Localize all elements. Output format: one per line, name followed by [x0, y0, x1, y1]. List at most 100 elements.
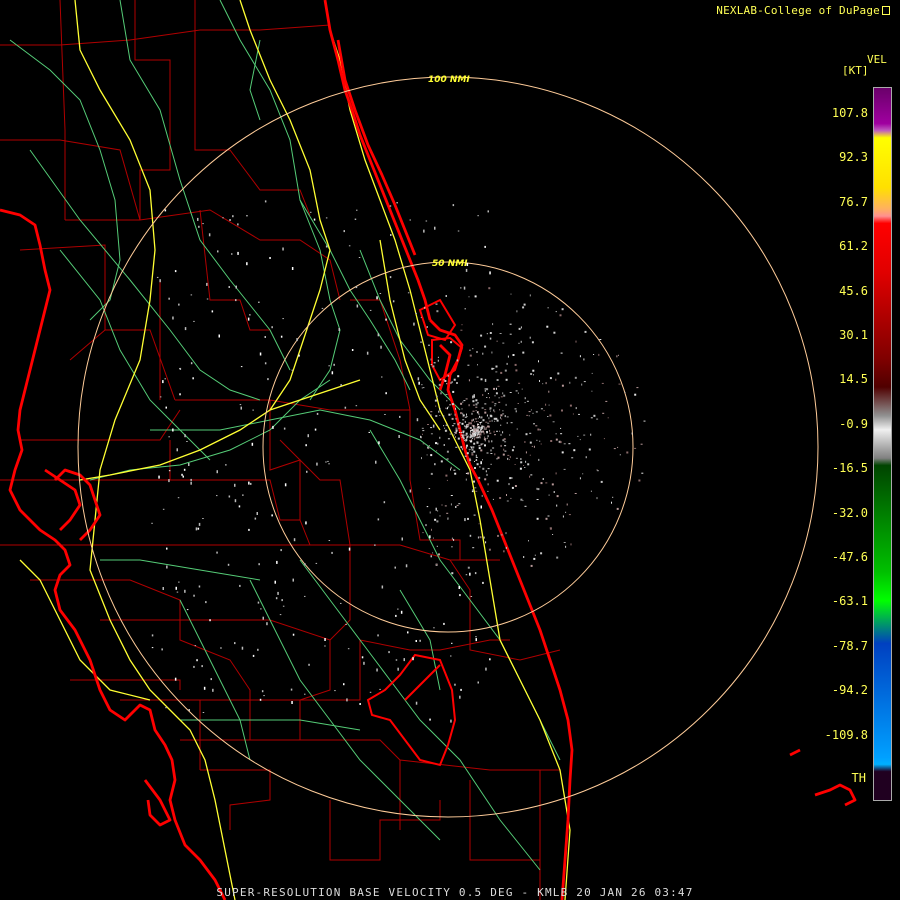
echo-pixel: [416, 418, 419, 422]
echo-pixel: [563, 468, 566, 470]
echo-pixel: [568, 443, 571, 445]
echo-pixel: [467, 424, 469, 426]
echo-pixel: [531, 445, 533, 447]
echo-pixel: [617, 446, 619, 448]
echo-pixel: [429, 718, 431, 721]
echo-pixel: [441, 504, 443, 506]
echo-pixel: [477, 421, 479, 422]
echo-pixel: [515, 457, 518, 459]
echo-pixel: [475, 403, 478, 406]
echo-pixel: [181, 473, 183, 476]
echo-pixel: [489, 337, 492, 340]
echo-pixel: [284, 483, 287, 487]
echo-pixel: [533, 445, 535, 448]
legend-label: -32.0: [831, 505, 868, 520]
echo-pixel: [325, 245, 328, 248]
echo-pixel: [462, 419, 465, 421]
echo-pixel: [507, 355, 509, 358]
echo-pixel: [445, 474, 448, 477]
echo-pixel: [503, 448, 505, 451]
echo-pixel: [433, 627, 435, 629]
echo-pixel: [503, 394, 506, 397]
echo-pixel: [514, 408, 517, 410]
echo-pixel: [427, 424, 429, 425]
echo-pixel: [569, 404, 572, 407]
echo-pixel: [477, 364, 478, 366]
echo-pixel: [228, 286, 230, 288]
echo-pixel: [343, 230, 345, 233]
legend-label: 14.5: [839, 372, 868, 387]
echo-pixel: [481, 494, 483, 497]
echo-pixel: [465, 439, 468, 441]
echo-pixel: [477, 681, 479, 684]
echo-pixel: [331, 551, 333, 554]
echo-pixel: [457, 230, 460, 232]
echo-pixel: [530, 373, 533, 375]
echo-pixel: [498, 397, 500, 399]
echo-pixel: [574, 493, 577, 494]
echo-pixel: [475, 436, 477, 439]
echo-pixel: [474, 421, 476, 423]
echo-pixel: [162, 380, 164, 384]
echo-pixel: [165, 707, 167, 709]
echo-pixel: [480, 505, 482, 509]
echo-pixel: [602, 412, 605, 414]
echo-pixel: [413, 322, 415, 326]
echo-pixel: [409, 489, 412, 493]
echo-pixel: [464, 420, 466, 423]
echo-pixel: [183, 468, 186, 471]
echo-pixel: [356, 304, 359, 308]
echo-pixel: [483, 536, 485, 539]
echo-pixel: [492, 323, 494, 326]
echo-pixel: [439, 436, 441, 439]
echo-pixel: [548, 494, 550, 496]
echo-pixel: [446, 400, 448, 402]
echo-pixel: [472, 395, 474, 399]
echo-pixel: [272, 425, 274, 429]
echo-pixel: [495, 365, 498, 368]
echo-pixel: [446, 450, 449, 453]
legend-label: TH: [851, 771, 866, 785]
velocity-echoes: [151, 200, 646, 723]
echo-pixel: [499, 430, 501, 432]
echo-pixel: [466, 452, 469, 455]
legend-label: -109.8: [824, 727, 868, 742]
echo-pixel: [540, 482, 543, 485]
echo-pixel: [493, 417, 496, 420]
echo-pixel: [435, 442, 437, 445]
echo-pixel: [473, 480, 475, 483]
echo-pixel: [344, 406, 347, 409]
echo-pixel: [369, 691, 372, 693]
echo-pixel: [258, 301, 260, 303]
echo-pixel: [502, 392, 504, 395]
echo-pixel: [484, 389, 486, 392]
echo-pixel: [489, 658, 491, 661]
echo-pixel: [458, 422, 461, 424]
echo-pixel: [347, 648, 350, 650]
echo-pixel: [457, 437, 460, 440]
echo-pixel: [574, 376, 577, 379]
echo-pixel: [473, 450, 476, 453]
echo-pixel: [498, 401, 501, 403]
echo-pixel: [514, 485, 517, 487]
echo-pixel: [581, 383, 583, 386]
echo-pixel: [432, 365, 435, 368]
echo-pixel: [218, 334, 220, 338]
legend-label: 107.8: [831, 106, 868, 120]
echo-pixel: [489, 407, 492, 410]
echo-pixel: [481, 427, 483, 430]
echo-pixel: [246, 215, 248, 217]
echo-pixel: [618, 354, 619, 356]
echo-pixel: [473, 430, 476, 432]
legend-label: -63.1: [831, 594, 868, 609]
echo-pixel: [506, 422, 508, 424]
echo-pixel: [188, 463, 190, 466]
echo-pixel: [452, 390, 455, 393]
echo-pixel: [545, 517, 548, 520]
echo-pixel: [421, 427, 424, 429]
echo-pixel: [503, 438, 506, 441]
echo-pixel: [526, 414, 529, 416]
echo-pixel: [547, 515, 550, 517]
echo-pixel: [485, 426, 487, 429]
echo-pixel: [249, 314, 251, 316]
